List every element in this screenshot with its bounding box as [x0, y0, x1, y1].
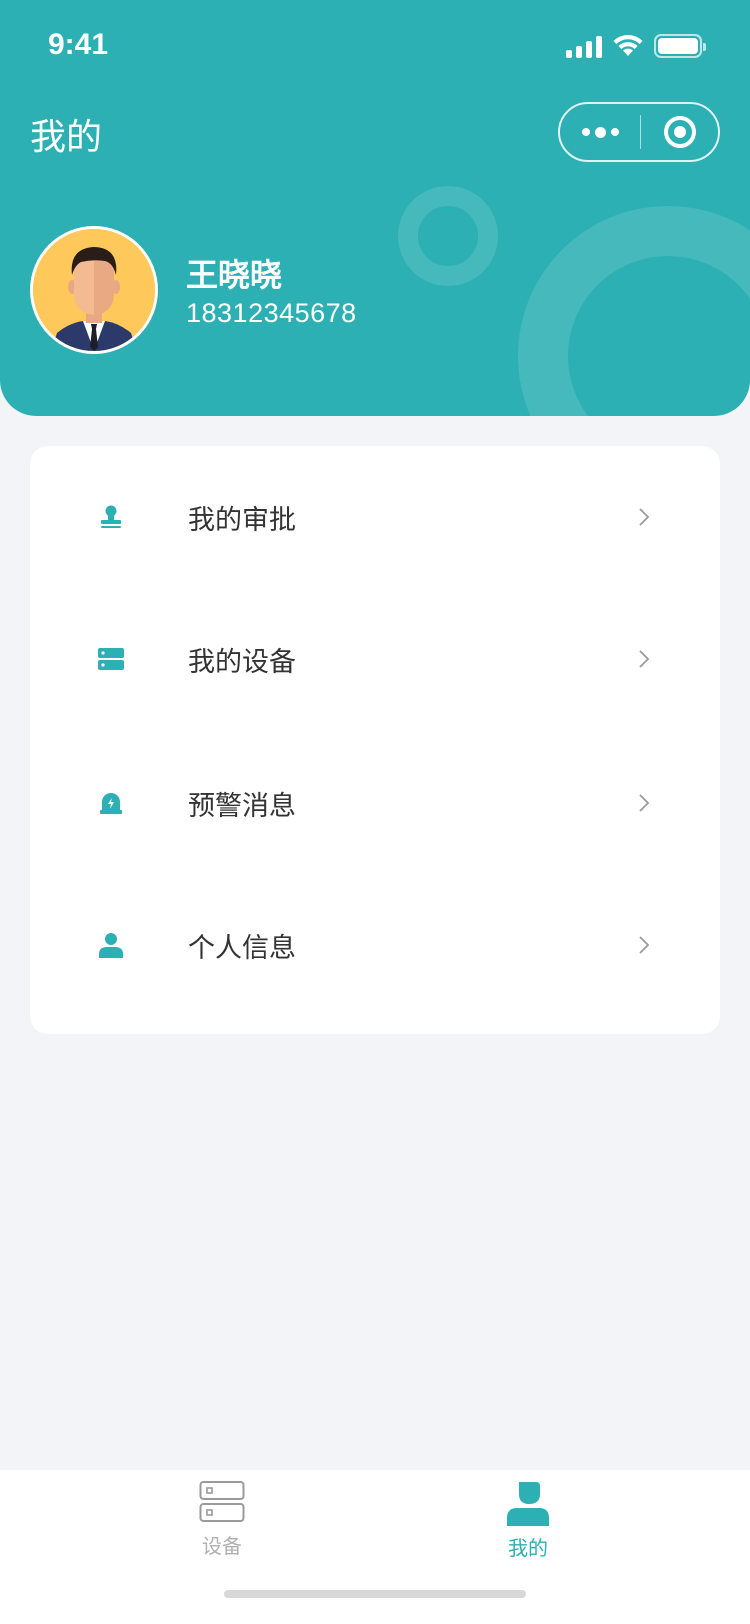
- device-icon: [199, 1481, 245, 1522]
- decorative-ring-small: [398, 186, 498, 286]
- avatar[interactable]: [30, 226, 158, 354]
- cellular-signal-icon: [566, 34, 602, 58]
- profile-page: 9:41 我的 王晓晓 18312345678 我的审批 我的设备 预警消息 个…: [0, 0, 750, 1624]
- menu-item-label: 个人信息: [188, 932, 296, 964]
- menu-card: 我的审批 我的设备 预警消息 个人信息: [30, 446, 720, 1034]
- chevron-right-icon: [639, 936, 650, 954]
- chevron-right-icon: [639, 650, 650, 668]
- alarm-light-icon: [96, 788, 126, 818]
- tab-label: 我的: [508, 1536, 548, 1560]
- home-indicator: [224, 1590, 526, 1598]
- more-dots-icon[interactable]: [560, 104, 640, 160]
- tab-label: 设备: [202, 1534, 242, 1558]
- decorative-ring-large: [518, 206, 750, 416]
- status-icons: [566, 30, 706, 58]
- tab-bar: 设备 我的: [0, 1470, 750, 1624]
- menu-item-label: 我的审批: [188, 504, 296, 536]
- menu-item-label: 预警消息: [188, 790, 296, 822]
- user-name: 王晓晓: [186, 256, 283, 294]
- user-avatar-icon: [33, 229, 155, 351]
- battery-icon: [654, 34, 706, 58]
- menu-item-my-approvals[interactable]: 我的审批: [30, 446, 720, 588]
- tab-profile[interactable]: 我的: [468, 1480, 588, 1580]
- target-circle-icon[interactable]: [641, 104, 718, 160]
- page-title: 我的: [30, 117, 103, 158]
- chevron-right-icon: [639, 508, 650, 526]
- menu-item-my-devices[interactable]: 我的设备: [30, 588, 720, 730]
- person-icon: [96, 930, 126, 960]
- menu-item-label: 我的设备: [188, 646, 296, 678]
- header: 9:41 我的 王晓晓 18312345678: [0, 0, 750, 416]
- user-phone: 18312345678: [186, 298, 357, 328]
- profile-icon: [507, 1482, 549, 1526]
- status-time: 9:41: [48, 28, 109, 61]
- chevron-right-icon: [639, 794, 650, 812]
- server-icon: [96, 644, 126, 674]
- stamp-icon: [96, 502, 126, 532]
- miniprogram-capsule: [558, 102, 720, 162]
- menu-item-alert-messages[interactable]: 预警消息: [30, 732, 720, 874]
- menu-item-personal-info[interactable]: 个人信息: [30, 874, 720, 1016]
- wifi-icon: [613, 34, 643, 56]
- tab-devices[interactable]: 设备: [162, 1480, 282, 1580]
